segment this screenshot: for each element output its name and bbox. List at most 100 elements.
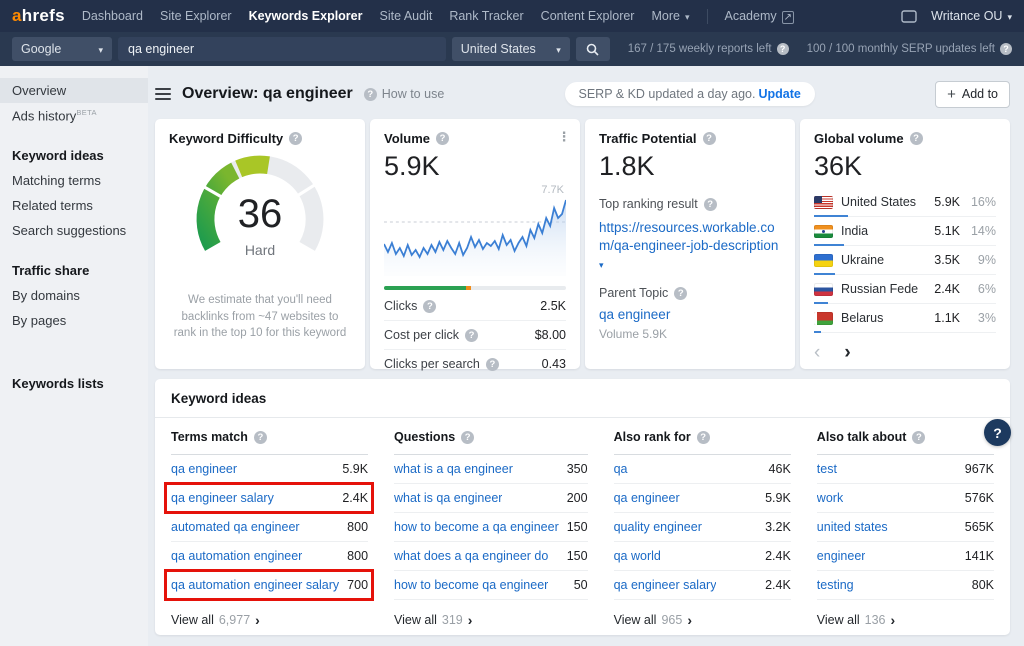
country-row: Russian Federation 2.4K 6%: [814, 275, 996, 304]
expand-result-icon[interactable]: [599, 260, 781, 271]
add-to-button[interactable]: Add to: [935, 81, 1010, 108]
help-icon[interactable]: [674, 287, 687, 300]
help-icon[interactable]: [1000, 43, 1012, 55]
keyword-link[interactable]: how to become qa engineer: [394, 578, 548, 592]
view-all-questions[interactable]: View all319: [394, 600, 588, 635]
account-menu[interactable]: Writance OU: [931, 9, 1012, 23]
devices-icon[interactable]: [901, 10, 917, 23]
sidebar-header-keywords-lists: Keywords lists: [0, 371, 148, 396]
keyword-link[interactable]: work: [817, 491, 843, 505]
keyword-search-input[interactable]: [118, 37, 446, 61]
card-title: Volume: [384, 131, 566, 146]
view-all-also-rank-for[interactable]: View all965: [614, 600, 791, 635]
sidebar-item-matching-terms[interactable]: Matching terms: [0, 168, 148, 193]
keyword-link[interactable]: automated qa engineer: [171, 520, 300, 534]
beta-badge: BETA: [76, 108, 97, 117]
search-button[interactable]: [576, 37, 610, 61]
keyword-link[interactable]: qa world: [614, 549, 661, 563]
external-link-icon: [782, 9, 794, 23]
parent-topic-label: Parent Topic: [599, 286, 781, 300]
keyword-link[interactable]: quality engineer: [614, 520, 702, 534]
help-icon[interactable]: [461, 431, 474, 444]
sidebar-item-search-suggestions[interactable]: Search suggestions: [0, 218, 148, 243]
keyword-link[interactable]: qa automation engineer salary: [171, 578, 339, 592]
chevron-right-icon: [468, 612, 473, 628]
search-engine-select[interactable]: Google: [12, 37, 112, 61]
chevron-down-icon: [556, 42, 561, 56]
parent-topic-link[interactable]: qa engineer: [599, 307, 781, 322]
help-icon[interactable]: [465, 329, 478, 342]
keyword-link[interactable]: qa automation engineer: [171, 549, 302, 563]
sidebar-header-traffic-share: Traffic share: [0, 258, 148, 283]
table-row: automated qa engineer800: [171, 513, 368, 542]
nav-rank-tracker[interactable]: Rank Tracker: [449, 9, 523, 23]
keyword-link[interactable]: what is qa engineer: [394, 491, 502, 505]
global-volume-value: 36K: [814, 151, 996, 182]
country-select[interactable]: United States: [452, 37, 570, 61]
help-icon[interactable]: [254, 431, 267, 444]
keyword-link[interactable]: qa: [614, 462, 628, 476]
sidebar-item-by-domains[interactable]: By domains: [0, 283, 148, 308]
table-row: qa automation engineer800: [171, 542, 368, 571]
global-volume-card: Global volume 36K United States 5.9K 16%…: [800, 119, 1010, 369]
keyword-link[interactable]: what is a qa engineer: [394, 462, 513, 476]
keyword-link[interactable]: testing: [817, 578, 854, 592]
help-icon[interactable]: [697, 431, 710, 444]
table-row: test967K: [817, 455, 994, 484]
nav-dashboard[interactable]: Dashboard: [82, 9, 143, 23]
sidebar-item-related-terms[interactable]: Related terms: [0, 193, 148, 218]
nav-academy[interactable]: Academy: [725, 9, 795, 23]
help-icon[interactable]: [704, 198, 717, 211]
keyword-link[interactable]: qa engineer: [614, 491, 680, 505]
nav-site-explorer[interactable]: Site Explorer: [160, 9, 232, 23]
how-to-use-link[interactable]: How to use: [364, 87, 445, 101]
help-icon[interactable]: [910, 132, 923, 145]
ahrefs-logo[interactable]: ahrefs: [12, 6, 65, 26]
pager-next-icon[interactable]: [844, 343, 850, 362]
view-all-terms-match[interactable]: View all6,977: [171, 600, 368, 635]
country-row: United States 5.9K 16%: [814, 188, 996, 217]
help-icon[interactable]: [777, 43, 789, 55]
plus-icon: [947, 87, 956, 102]
russia-flag-icon: [814, 283, 833, 296]
keyword-link[interactable]: test: [817, 462, 837, 476]
keyword-ideas-panel: Keyword ideas Terms match qa engineer5.9…: [155, 379, 1010, 635]
help-icon[interactable]: [486, 358, 499, 371]
sidebar-item-overview[interactable]: Overview: [0, 78, 148, 103]
volume-card: Volume 5.9K 7.7K: [370, 119, 580, 369]
country-row: India 5.1K 14%: [814, 217, 996, 246]
keyword-link[interactable]: engineer: [817, 549, 866, 563]
metric-row-cpc: Cost per click $8.00: [384, 321, 566, 350]
weekly-reports-quota: 167 / 175 weekly reports left: [628, 43, 789, 55]
help-icon[interactable]: [703, 132, 716, 145]
menu-icon[interactable]: [155, 88, 171, 100]
nav-more-menu[interactable]: More: [651, 9, 689, 23]
keyword-link[interactable]: qa engineer salary: [171, 491, 274, 505]
nav-content-explorer[interactable]: Content Explorer: [541, 9, 635, 23]
help-icon[interactable]: [423, 300, 436, 313]
country-row: Ukraine 3.5K 9%: [814, 246, 996, 275]
top-ranking-result-link[interactable]: https://resources.workable.com/qa-engine…: [599, 219, 781, 255]
nav-site-audit[interactable]: Site Audit: [380, 9, 433, 23]
keyword-link[interactable]: united states: [817, 520, 888, 534]
keyword-link[interactable]: what does a qa engineer do: [394, 549, 548, 563]
metric-row-clicks-per-search: Clicks per search 0.43: [384, 350, 566, 378]
nav-keywords-explorer[interactable]: Keywords Explorer: [249, 9, 363, 23]
keyword-link[interactable]: qa engineer salary: [614, 578, 717, 592]
help-icon[interactable]: [289, 132, 302, 145]
help-fab-button[interactable]: [984, 419, 1011, 446]
view-all-also-talk-about[interactable]: View all136: [817, 600, 994, 635]
keyword-link[interactable]: how to become a qa engineer: [394, 520, 559, 534]
update-link[interactable]: Update: [758, 87, 800, 101]
sidebar-item-ads-history[interactable]: Ads historyBETA: [0, 103, 148, 128]
pager-previous-icon[interactable]: [814, 343, 820, 362]
page-title: Overview: qa engineer: [182, 85, 353, 103]
chevron-right-icon: [255, 612, 260, 628]
sidebar: Overview Ads historyBETA Keyword ideas M…: [0, 66, 148, 646]
help-icon[interactable]: [912, 431, 925, 444]
sidebar-item-by-pages[interactable]: By pages: [0, 308, 148, 333]
kebab-menu-icon[interactable]: [556, 129, 572, 145]
india-flag-icon: [814, 225, 833, 238]
help-icon[interactable]: [436, 132, 449, 145]
keyword-link[interactable]: qa engineer: [171, 462, 237, 476]
